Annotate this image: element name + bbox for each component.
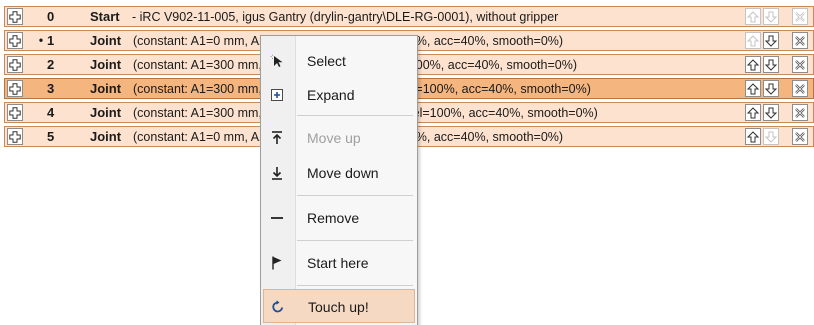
move-up-arrow-icon[interactable] xyxy=(745,32,761,49)
menu-item-label: Touch up! xyxy=(308,299,369,315)
menu-item-remove[interactable]: Remove xyxy=(263,201,415,235)
context-menu: Select Expand Move up Move down Remove S… xyxy=(260,35,418,325)
delete-x-icon[interactable] xyxy=(792,80,808,97)
row-description: - iRC V902-11-005, igus Gantry (drylin-g… xyxy=(132,10,559,24)
program-row-0[interactable]: 0 Start - iRC V902-11-005, igus Gantry (… xyxy=(4,6,814,27)
delete-x-icon[interactable] xyxy=(792,104,808,121)
menu-separator xyxy=(297,195,413,196)
row-command: Joint xyxy=(90,57,122,72)
refresh-icon xyxy=(268,298,288,316)
expand-plus-icon[interactable] xyxy=(7,32,23,49)
move-down-arrow-icon[interactable] xyxy=(763,80,779,97)
move-up-arrow-icon[interactable] xyxy=(745,8,761,25)
menu-item-label: Move down xyxy=(307,165,379,181)
expand-plus-icon[interactable] xyxy=(7,80,23,97)
row-index: 1 xyxy=(47,33,55,48)
expand-plus-icon[interactable] xyxy=(7,128,23,145)
delete-x-icon[interactable] xyxy=(792,8,808,25)
delete-x-icon[interactable] xyxy=(792,128,808,145)
menu-item-label: Start here xyxy=(307,255,369,271)
expand-plus-icon[interactable] xyxy=(7,104,23,121)
move-up-arrow-icon[interactable] xyxy=(745,80,761,97)
row-command: Joint xyxy=(90,33,122,48)
menu-item-label: Move up xyxy=(307,130,361,146)
row-command: Start xyxy=(90,9,120,24)
expand-plus-icon[interactable] xyxy=(7,56,23,73)
menu-separator xyxy=(297,115,413,116)
row-index: 3 xyxy=(47,81,55,96)
menu-item-expand[interactable]: Expand xyxy=(263,78,415,112)
menu-item-label: Select xyxy=(307,53,346,69)
row-bullet: • xyxy=(38,33,44,47)
row-command: Joint xyxy=(90,105,122,120)
row-index: 0 xyxy=(47,9,55,24)
delete-x-icon[interactable] xyxy=(792,56,808,73)
row-index: 5 xyxy=(47,129,55,144)
move-down-arrow-icon[interactable] xyxy=(763,56,779,73)
move-down-icon xyxy=(267,164,287,182)
flag-icon xyxy=(267,254,287,272)
menu-separator xyxy=(297,240,413,241)
program-editor: 0 Start - iRC V902-11-005, igus Gantry (… xyxy=(0,0,814,325)
menu-item-move-down[interactable]: Move down xyxy=(263,156,415,190)
menu-item-start-here[interactable]: Start here xyxy=(263,246,415,280)
row-index: 4 xyxy=(47,105,55,120)
remove-dash-icon xyxy=(267,209,287,227)
move-down-arrow-icon[interactable] xyxy=(763,8,779,25)
move-down-arrow-icon[interactable] xyxy=(763,104,779,121)
row-command: Joint xyxy=(90,129,122,144)
move-up-arrow-icon[interactable] xyxy=(745,128,761,145)
menu-separator xyxy=(297,285,413,286)
move-up-icon xyxy=(267,129,287,147)
menu-item-move-up[interactable]: Move up xyxy=(263,121,415,155)
move-down-arrow-icon[interactable] xyxy=(763,128,779,145)
move-down-arrow-icon[interactable] xyxy=(763,32,779,49)
menu-item-label: Remove xyxy=(307,210,360,226)
expand-plus-icon xyxy=(267,86,287,104)
move-up-arrow-icon[interactable] xyxy=(745,104,761,121)
expand-plus-icon[interactable] xyxy=(7,8,23,25)
row-command: Joint xyxy=(90,81,122,96)
row-index: 2 xyxy=(47,57,55,72)
menu-item-label: Expand xyxy=(307,87,355,103)
delete-x-icon[interactable] xyxy=(792,32,808,49)
menu-item-touch-up[interactable]: Touch up! xyxy=(263,289,415,323)
cursor-select-icon xyxy=(267,52,287,70)
menu-item-select[interactable]: Select xyxy=(263,44,415,78)
move-up-arrow-icon[interactable] xyxy=(745,56,761,73)
